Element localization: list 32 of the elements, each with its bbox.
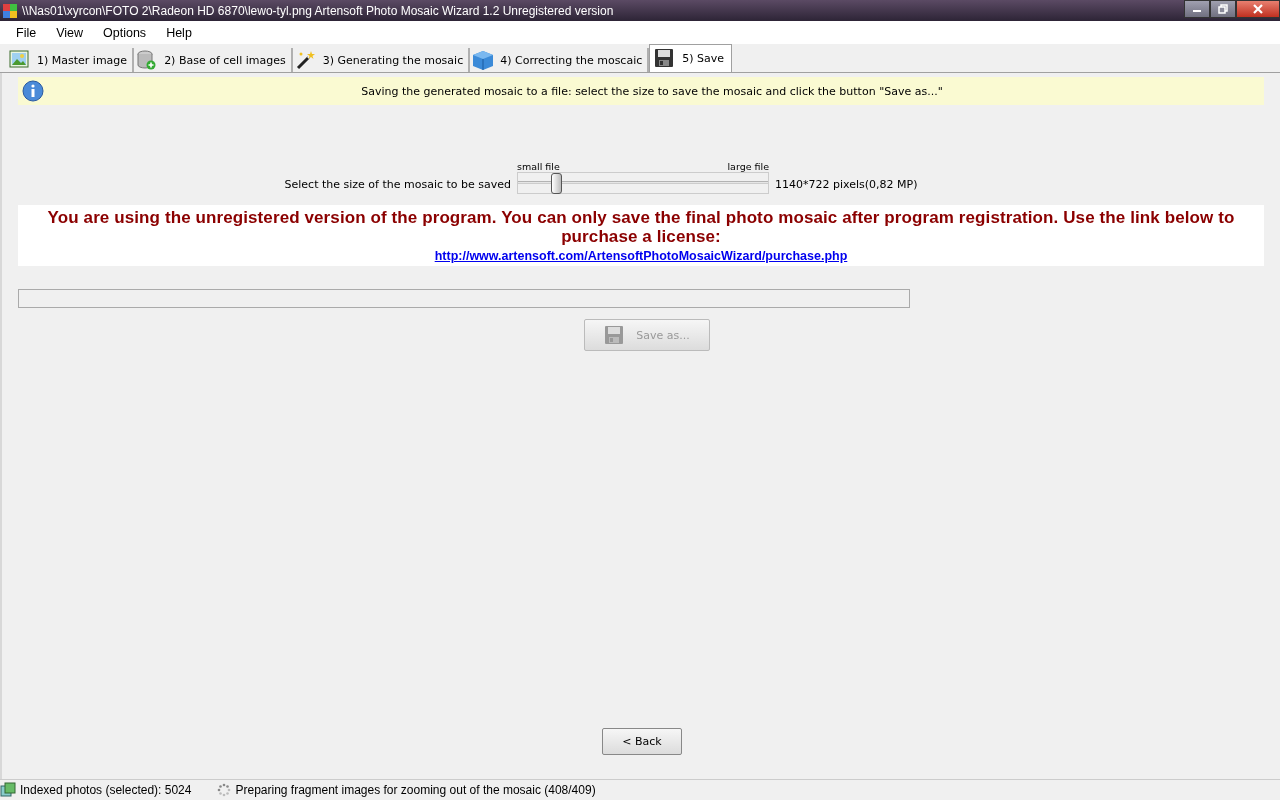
slider-label: Select the size of the mosaic to be saved [284,178,511,193]
menu-item[interactable]: Options [93,23,157,42]
restore-icon [1218,4,1228,14]
menu-item[interactable]: Help [156,23,202,42]
menu-item[interactable]: View [46,23,94,42]
magic-wand-icon [294,49,317,71]
app-logo-icon [3,3,17,18]
restore-button[interactable] [1210,0,1236,18]
info-text: Saving the generated mosaic to a file: select the size to save the mosaic and click the button "Save as..." [360,84,944,98]
tab[interactable]: 5) Save [649,44,733,72]
minimize-button[interactable] [1184,0,1210,18]
cube-icon [472,49,495,71]
spinner-icon [217,783,232,797]
purchase-link[interactable]: http://www.artensoft.com/ArtensoftPhotoMosaicWizard/purchase.php [434,249,848,263]
info-icon [22,80,44,102]
task-status: Preparing fragment images for zooming out of the mosaic (408/409) [235,783,596,797]
registration-notice: You are using the unregistered version of the program. You can only save the final photo mosaic after program registration. Use the link below to purchase a license: [46,208,1236,246]
back-button[interactable]: < Back [602,728,682,755]
photos-icon [0,782,16,798]
min-label: small file [517,161,560,172]
close-icon [1253,4,1263,14]
picture-icon [9,49,31,71]
tab[interactable]: 3) Generating the mosaic [292,48,471,72]
slider-thumb[interactable] [550,173,562,194]
size-reading: 1140*722 pixels(0,82 MP) [775,178,918,193]
menu-item[interactable]: File [6,23,47,42]
tab[interactable]: 2) Base of cell images [134,48,293,72]
max-label: large file [727,161,769,172]
tab[interactable]: 1) Master image [7,48,135,72]
window-title: \\Nas01\xyrcon\FOTO 2\Radeon HD 6870\lewo-tyl.png Artensoft Photo Mosaic Wizard 1.2 Unregistered version [22,3,615,18]
indexed-count: Indexed photos (selected): 5024 [20,783,192,797]
close-button[interactable] [1236,0,1280,18]
